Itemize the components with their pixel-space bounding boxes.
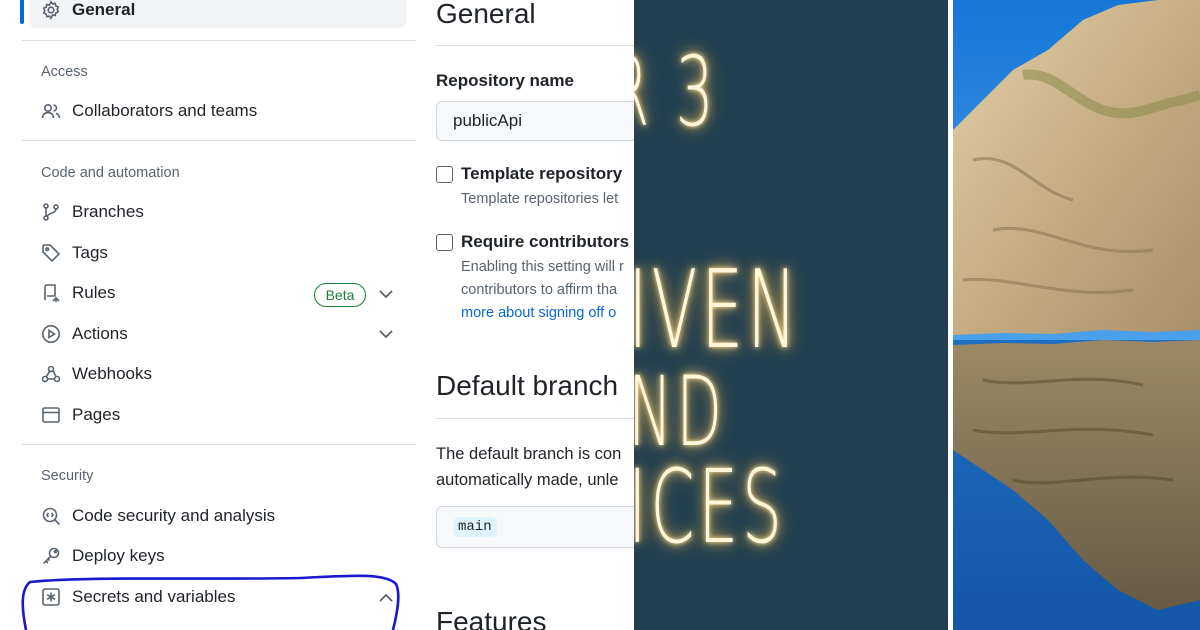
repo-name-label: Repository name	[436, 71, 574, 90]
sidebar-item-label: Tags	[72, 243, 108, 262]
sidebar-item-label: Code security and analysis	[72, 506, 276, 525]
sidebar-item-label: Actions	[72, 324, 128, 343]
chevron-down-icon[interactable]	[377, 285, 395, 303]
play-icon	[40, 323, 62, 345]
page-title: General	[436, 0, 536, 29]
default-branch-description: The default branch is con automatically …	[436, 441, 621, 493]
beta-badge: Beta	[314, 283, 366, 307]
require-signoff-description: Enabling this setting will r contributor…	[461, 256, 624, 325]
sidebar-item-tags[interactable]: Tags	[30, 235, 406, 271]
template-repo-checkbox[interactable]	[436, 166, 453, 183]
sidebar-item-label: Secrets and variables	[72, 587, 236, 606]
sidebar-item-pages[interactable]: Pages	[30, 397, 406, 433]
tag-icon	[40, 242, 62, 264]
require-signoff-checkbox[interactable]	[436, 234, 453, 251]
sidebar-divider	[22, 140, 416, 141]
sidebar-item-actions[interactable]: Actions	[30, 316, 406, 352]
section-heading-access: Access	[41, 64, 88, 80]
sidebar-item-collaborators[interactable]: Collaborators and teams	[30, 93, 406, 129]
active-indicator	[20, 0, 24, 24]
sidebar-item-branches[interactable]: Branches	[30, 194, 406, 230]
sidebar-divider	[22, 40, 416, 41]
sidebar-item-label: Rules	[72, 283, 116, 302]
repo-name-input[interactable]: publicApi	[436, 101, 634, 141]
key-icon	[40, 545, 62, 567]
neon-poster-image: R 3 IVEN ND ICES	[634, 0, 948, 630]
browser-icon	[40, 404, 62, 426]
sidebar-item-label: Pages	[72, 405, 121, 424]
learn-more-link[interactable]: more about signing off o	[461, 302, 624, 325]
sidebar-item-secrets[interactable]: Secrets and variables	[30, 579, 406, 615]
sidebar-item-webhooks[interactable]: Webhooks	[30, 356, 406, 392]
sidebar-item-code-security[interactable]: Code security and analysis	[30, 498, 406, 534]
sidebar-divider	[22, 444, 416, 445]
poster-text-line: ICES	[634, 448, 786, 567]
general-settings-panel: General Repository name publicApi Templa…	[420, 0, 634, 630]
settings-sidebar: General Access Collaborators and teams C…	[0, 0, 420, 630]
sidebar-item-label: Webhooks	[72, 364, 153, 383]
repo-push-icon	[40, 282, 62, 304]
people-icon	[40, 100, 62, 122]
template-repo-description: Template repositories let	[461, 191, 619, 207]
features-heading: Features	[436, 606, 547, 630]
lake-reflection-photo	[953, 0, 1200, 630]
section-divider	[436, 418, 634, 419]
section-heading-code-automation: Code and automation	[41, 165, 180, 181]
title-divider	[436, 45, 634, 46]
git-branch-icon	[40, 201, 62, 223]
poster-text-line: IVEN	[634, 248, 801, 373]
description-line: The default branch is con	[436, 445, 622, 463]
default-branch-box: main	[436, 506, 634, 548]
poster-text-line: R 3	[634, 36, 718, 148]
repo-name-value: publicApi	[453, 111, 522, 130]
codescan-icon	[40, 505, 62, 527]
description-line: automatically made, unle	[436, 471, 619, 489]
branch-name-chip[interactable]: main	[453, 517, 497, 537]
sidebar-item-general[interactable]: General	[30, 0, 406, 28]
sidebar-item-deploy-keys[interactable]: Deploy keys	[30, 538, 406, 574]
template-repo-label: Template repository	[461, 164, 623, 183]
asterisk-icon	[40, 586, 62, 608]
webhook-icon	[40, 363, 62, 385]
sidebar-item-label: Branches	[72, 202, 144, 221]
sidebar-item-label: General	[72, 0, 136, 19]
section-heading-security: Security	[41, 468, 94, 484]
default-branch-heading: Default branch	[436, 370, 619, 401]
chevron-down-icon[interactable]	[377, 325, 395, 343]
sidebar-item-label: Deploy keys	[72, 546, 165, 565]
description-line: Enabling this setting will r	[461, 259, 624, 275]
chevron-up-icon[interactable]	[377, 589, 395, 607]
gear-icon	[40, 0, 62, 21]
require-signoff-label: Require contributors	[461, 232, 630, 251]
description-line: contributors to affirm tha	[461, 282, 618, 298]
sidebar-item-label: Collaborators and teams	[72, 101, 258, 120]
